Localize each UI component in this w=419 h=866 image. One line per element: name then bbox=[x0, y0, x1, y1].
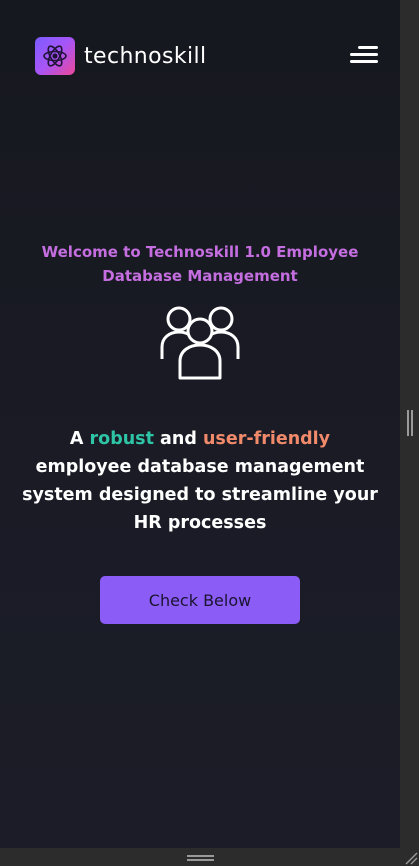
hero-subtitle: Welcome to Technoskill 1.0 Employee Data… bbox=[41, 243, 359, 285]
heading-highlight-user-friendly: user-friendly bbox=[202, 429, 331, 449]
check-below-button[interactable]: Check Below bbox=[100, 576, 300, 624]
brand[interactable]: technoskill bbox=[35, 37, 207, 75]
heading-text-a: A bbox=[69, 429, 90, 449]
resize-handle-icon[interactable] bbox=[402, 849, 418, 865]
vertical-splitter-grip-icon[interactable] bbox=[407, 410, 413, 436]
heading-text-rest: employee database management system desi… bbox=[22, 457, 378, 533]
heading-highlight-robust: robust bbox=[89, 429, 154, 449]
heading-text-and: and bbox=[153, 429, 203, 449]
navbar: technoskill bbox=[0, 0, 400, 112]
page-viewport: technoskill Welcome to Technoskill 1.0 E… bbox=[0, 0, 400, 848]
atom-icon bbox=[35, 37, 75, 75]
brand-name: technoskill bbox=[84, 43, 207, 69]
hamburger-menu-icon[interactable] bbox=[346, 44, 378, 68]
users-group-icon bbox=[159, 301, 241, 381]
horizontal-splitter-grip-icon[interactable] bbox=[187, 855, 214, 861]
hero-heading: A robust and user-friendly employee data… bbox=[22, 425, 378, 537]
